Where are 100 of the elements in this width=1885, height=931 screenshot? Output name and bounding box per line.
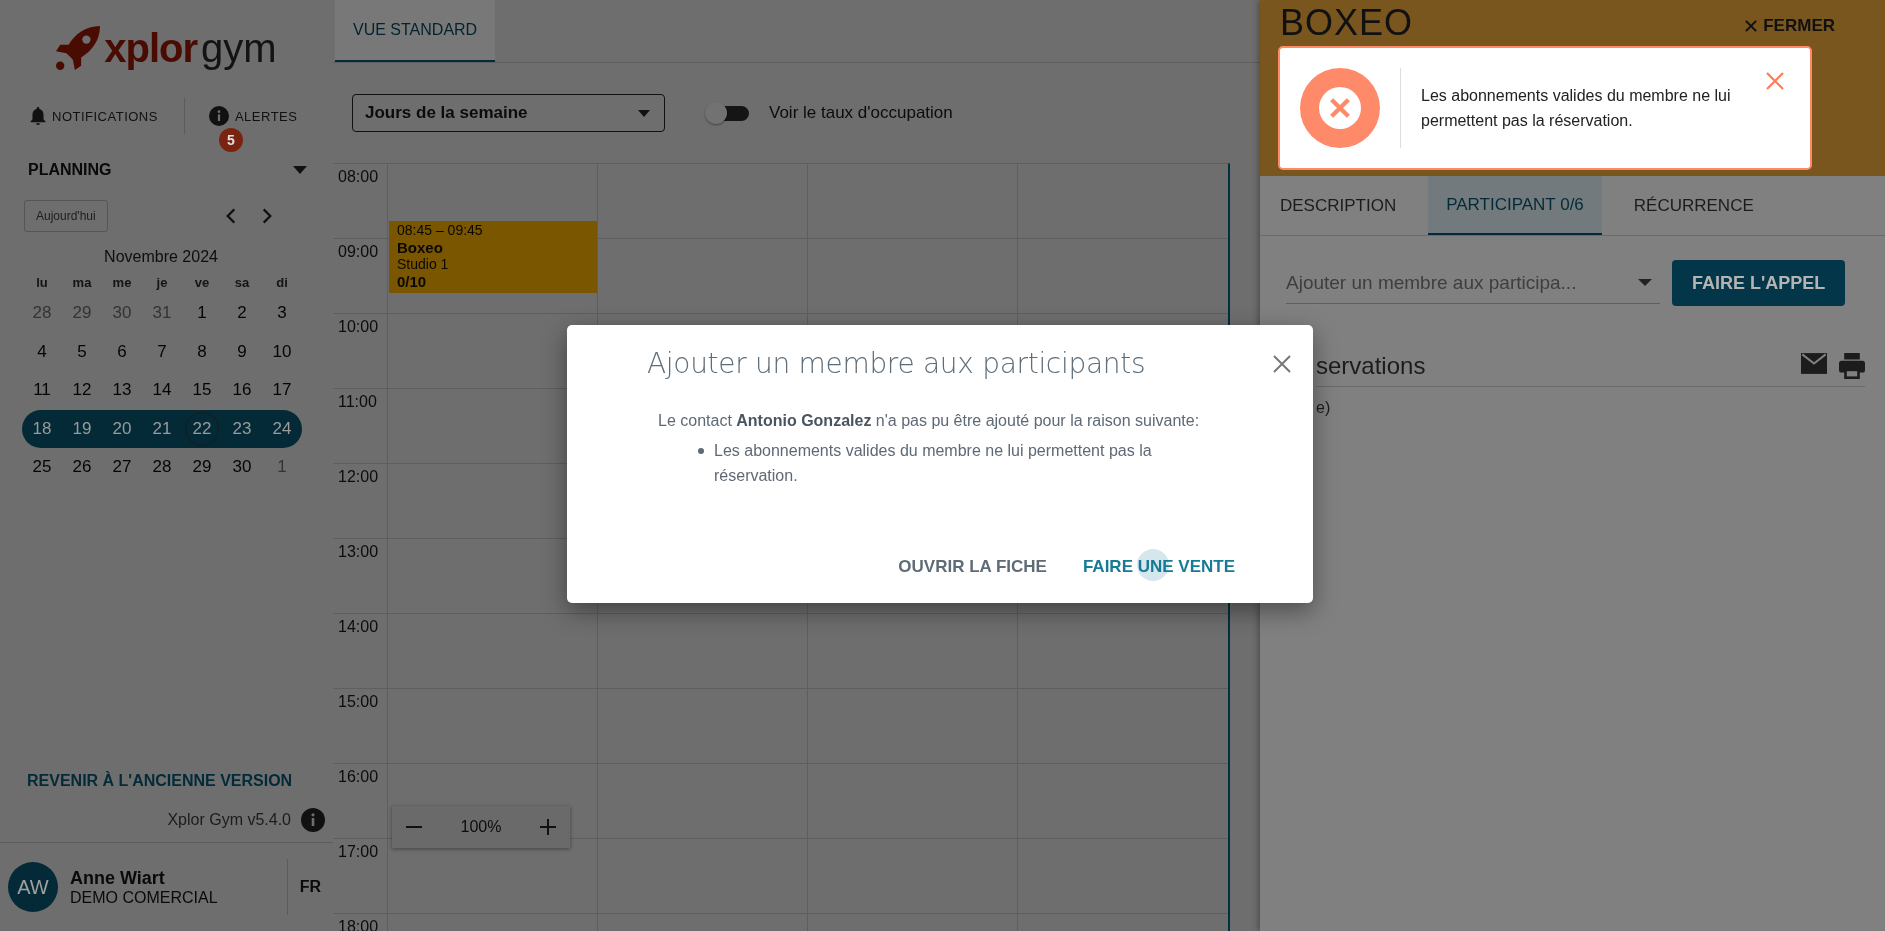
caret-icon bbox=[1638, 279, 1652, 286]
panel-tab[interactable]: RÉCURRENCE bbox=[1615, 176, 1772, 235]
close-panel-button[interactable]: FERMER bbox=[1745, 16, 1835, 36]
mail-icon[interactable] bbox=[1801, 353, 1827, 374]
view-select[interactable]: Jours de la semaine bbox=[352, 94, 665, 132]
zoom-in-button[interactable] bbox=[540, 819, 556, 835]
calendar-day[interactable]: 5 bbox=[65, 334, 99, 369]
hour-label: 10:00 bbox=[337, 317, 379, 336]
close-icon bbox=[1745, 20, 1758, 32]
hour-label: 09:00 bbox=[337, 242, 379, 261]
calendar-day[interactable]: 9 bbox=[225, 334, 259, 369]
occupancy-toggle[interactable] bbox=[705, 102, 751, 124]
calendar-day[interactable]: 14 bbox=[145, 373, 179, 408]
calendar-day[interactable]: 29 bbox=[185, 450, 219, 485]
calendar-day[interactable]: 28 bbox=[25, 296, 59, 331]
calendar-day[interactable]: 30 bbox=[105, 296, 139, 331]
calendar-day[interactable]: 19 bbox=[65, 411, 99, 446]
calendar-day[interactable]: 4 bbox=[25, 334, 59, 369]
calendar-day[interactable]: 7 bbox=[145, 334, 179, 369]
notifications-button[interactable]: NOTIFICATIONS bbox=[30, 107, 158, 125]
panel-tab[interactable]: PARTICIPANT 0/6 bbox=[1428, 176, 1602, 235]
weekday-label: me bbox=[112, 274, 132, 292]
calendar-day[interactable]: 2 bbox=[225, 296, 259, 331]
alert-count-badge: 5 bbox=[218, 128, 243, 152]
weekday-label: di bbox=[276, 274, 288, 292]
chevron-right-icon bbox=[261, 208, 272, 224]
close-icon bbox=[1766, 72, 1784, 90]
note-text: e) bbox=[1316, 399, 1331, 417]
calendar-day[interactable]: 30 bbox=[225, 450, 259, 485]
minus-icon bbox=[406, 826, 422, 828]
close-icon bbox=[1273, 355, 1291, 373]
printer-icon[interactable] bbox=[1839, 353, 1865, 379]
close-toast-button[interactable] bbox=[1766, 72, 1784, 90]
hour-label: 12:00 bbox=[337, 467, 379, 486]
rocket-logo-icon bbox=[56, 26, 101, 70]
hour-label: 14:00 bbox=[337, 617, 379, 636]
panel-title: BOXEO bbox=[1280, 2, 1414, 44]
section-heading: servations bbox=[1316, 352, 1426, 380]
view-tab[interactable]: VUE STANDARD bbox=[335, 0, 496, 62]
member-select-field[interactable]: Ajouter un membre aux participa... bbox=[1286, 262, 1660, 304]
calendar-day[interactable]: 15 bbox=[185, 373, 219, 408]
user-avatar: AW bbox=[8, 862, 58, 912]
info-icon bbox=[208, 106, 229, 126]
calendar-day[interactable]: 21 bbox=[145, 411, 179, 446]
toggle-label: Voir le taux d'occupation bbox=[769, 103, 953, 123]
calendar-day[interactable]: 17 bbox=[265, 373, 299, 408]
alerts-button[interactable]: ALERTES bbox=[208, 106, 298, 126]
dialog-title: Ajouter un membre aux participants bbox=[647, 347, 1146, 380]
sale-button[interactable]: FAIRE UNE VENTE bbox=[1078, 551, 1239, 583]
section-title: PLANNING bbox=[28, 161, 112, 179]
calendar-day[interactable]: 23 bbox=[225, 411, 259, 446]
calendar-day[interactable]: 28 bbox=[145, 450, 179, 485]
calendar-day[interactable]: 12 bbox=[65, 373, 99, 408]
calendar-day[interactable]: 31 bbox=[145, 296, 179, 331]
calendar-day[interactable]: 6 bbox=[105, 334, 139, 369]
hour-label: 11:00 bbox=[337, 392, 377, 411]
hour-label: 15:00 bbox=[337, 692, 379, 711]
info-icon bbox=[301, 808, 325, 832]
plus-icon bbox=[540, 819, 556, 835]
user-name: Anne Wiart bbox=[70, 867, 165, 889]
bullet-icon bbox=[698, 448, 704, 454]
calendar-day[interactable]: 1 bbox=[185, 296, 219, 331]
calendar-day[interactable]: 8 bbox=[185, 334, 219, 369]
next-button[interactable] bbox=[261, 208, 272, 224]
calendar-day[interactable]: 20 bbox=[105, 411, 139, 446]
calendar-day[interactable]: 18 bbox=[25, 411, 59, 446]
error-icon bbox=[1300, 68, 1380, 148]
weekday-label: sa bbox=[234, 274, 250, 292]
open-record-button[interactable]: OUVRIR LA FICHE bbox=[894, 551, 1051, 583]
calendar-day[interactable]: 29 bbox=[65, 296, 99, 331]
chevron-left-icon bbox=[225, 208, 236, 224]
calendar-day[interactable]: 27 bbox=[105, 450, 139, 485]
hour-label: 08:00 bbox=[337, 167, 379, 186]
previous-button[interactable] bbox=[225, 208, 236, 224]
hour-label: 17:00 bbox=[337, 842, 379, 861]
calendar-day[interactable]: 3 bbox=[265, 296, 299, 331]
panel-tab[interactable]: DESCRIPTION bbox=[1262, 176, 1415, 235]
calendar-day[interactable]: 13 bbox=[105, 373, 139, 408]
user-company: DEMO COMERCIAL bbox=[70, 888, 218, 907]
calendar-day[interactable]: 16 bbox=[225, 373, 259, 408]
legacy-version-link[interactable]: REVENIR À L'ANCIENNE VERSION bbox=[27, 772, 293, 790]
caret-icon bbox=[638, 109, 650, 117]
calendar-day[interactable]: 11 bbox=[25, 373, 59, 408]
calendar-day[interactable]: 25 bbox=[25, 450, 59, 485]
today-button[interactable]: Aujourd'hui bbox=[24, 200, 108, 232]
weekday-label: lu bbox=[36, 274, 48, 292]
hour-label: 13:00 bbox=[337, 542, 379, 561]
logo-product: gym bbox=[201, 25, 277, 71]
calendar-day[interactable]: 26 bbox=[65, 450, 99, 485]
class-event[interactable]: 08:45 – 09:45 Boxeo Studio 1 0/10 bbox=[389, 221, 597, 294]
close-dialog-button[interactable] bbox=[1273, 355, 1291, 373]
zoom-level: 100% bbox=[460, 818, 502, 836]
calendar-day[interactable]: 24 bbox=[265, 411, 299, 446]
month-title: Novembre 2024 bbox=[103, 248, 219, 266]
logo-brand: xplor bbox=[104, 25, 198, 71]
call-button[interactable]: FAIRE L'APPEL bbox=[1672, 260, 1846, 306]
calendar-day[interactable]: 1 bbox=[265, 450, 299, 485]
weekday-label: je bbox=[156, 274, 168, 292]
weekday-label: ma bbox=[72, 274, 92, 292]
calendar-day[interactable]: 10 bbox=[265, 334, 299, 369]
